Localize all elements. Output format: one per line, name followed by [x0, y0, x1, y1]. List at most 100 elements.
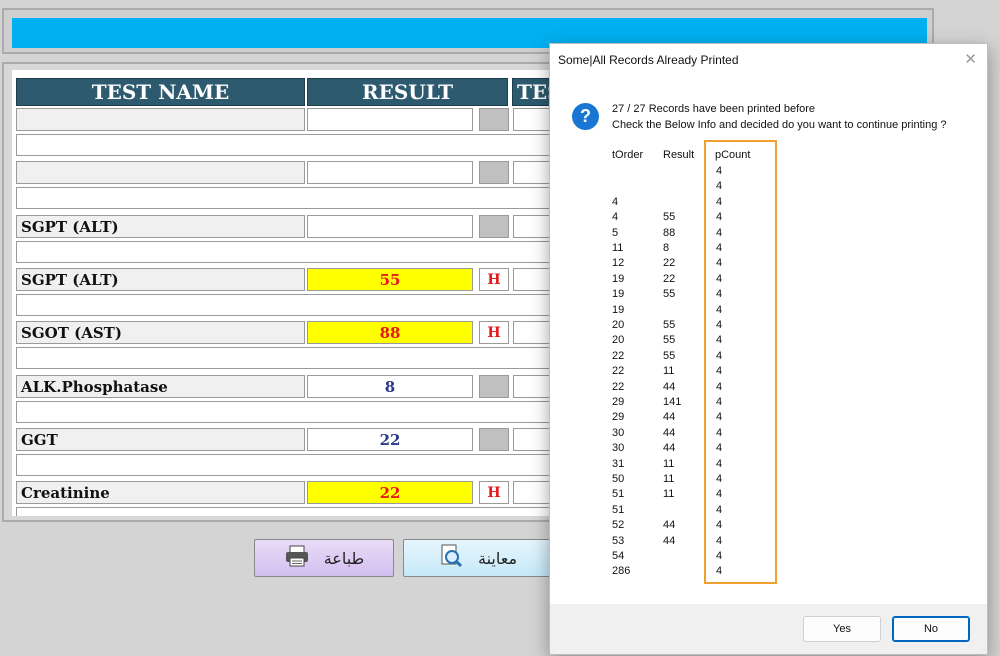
flag-cell: H [479, 481, 509, 504]
magnifier-document-icon [438, 543, 464, 573]
comment-field[interactable] [16, 454, 550, 476]
header-test-name: TEST NAME [16, 78, 305, 106]
result-value-cell: 55 [663, 319, 676, 331]
torder-cell: 19 [612, 304, 625, 316]
torder-cell: 29 [612, 411, 625, 423]
result-value-cell: 55 [663, 350, 676, 362]
test-name-cell: ALK.Phosphatase [16, 375, 305, 398]
range-field[interactable] [513, 375, 550, 398]
torder-cell: 51 [612, 488, 625, 500]
range-field[interactable] [513, 321, 550, 344]
pcount-highlight [704, 140, 777, 584]
range-field[interactable] [513, 428, 550, 451]
printer-icon [284, 544, 310, 572]
test-name-cell: Creatinine [16, 481, 305, 504]
flag-cell: H [479, 268, 509, 291]
result-value-cell: 44 [663, 519, 676, 531]
result-value-cell: 11 [663, 488, 675, 500]
torder-cell: 51 [612, 504, 625, 516]
result-value-cell: 44 [663, 381, 676, 393]
result-value-cell: 55 [663, 211, 676, 223]
test-name-cell: GGT [16, 428, 305, 451]
comment-field[interactable] [16, 401, 550, 423]
flag-cell [479, 161, 509, 184]
results-table: TEST NAME RESULT TES SGPT (ALT) SGPT (ALT… [12, 70, 550, 516]
torder-cell: 19 [612, 273, 625, 285]
torder-cell: 30 [612, 427, 625, 439]
yes-button[interactable]: Yes [803, 616, 881, 642]
torder-cell: 4 [612, 211, 619, 223]
range-field[interactable] [513, 268, 550, 291]
result-field[interactable]: 22 [307, 428, 473, 451]
print-button[interactable]: طباعة [254, 539, 394, 577]
comment-field[interactable] [16, 187, 550, 209]
comment-field[interactable] [16, 507, 550, 516]
test-name-cell: SGPT (ALT) [16, 215, 305, 238]
header-result: RESULT [307, 78, 508, 106]
torder-cell: 20 [612, 334, 625, 346]
flag-cell [479, 428, 509, 451]
torder-cell: 11 [612, 242, 624, 254]
result-value-cell: 11 [663, 473, 675, 485]
comment-field[interactable] [16, 241, 550, 263]
range-field[interactable] [513, 215, 550, 238]
dialog-title: Some|All Records Already Printed [558, 53, 739, 67]
close-icon[interactable]: ✕ [964, 50, 977, 68]
result-value-cell: 44 [663, 535, 676, 547]
result-value-cell: 11 [663, 365, 675, 377]
result-field[interactable] [307, 161, 473, 184]
result-field[interactable]: 8 [307, 375, 473, 398]
torder-cell: 54 [612, 550, 625, 562]
torder-cell: 30 [612, 442, 625, 454]
print-label: طباعة [323, 548, 365, 568]
result-value-cell: 22 [663, 273, 676, 285]
torder-cell: 20 [612, 319, 625, 331]
torder-cell: 31 [612, 458, 625, 470]
torder-cell: 22 [612, 381, 625, 393]
result-value-cell: 88 [663, 227, 676, 239]
result-value-cell: 44 [663, 411, 676, 423]
result-field[interactable]: 88 [307, 321, 473, 344]
torder-cell: 19 [612, 288, 625, 300]
dialog-message-line1: 27 / 27 Records have been printed before [612, 103, 816, 115]
comment-field[interactable] [16, 347, 550, 369]
torder-cell: 12 [612, 257, 625, 269]
result-value-cell: 55 [663, 288, 676, 300]
result-field[interactable] [307, 215, 473, 238]
torder-cell: 5 [612, 227, 619, 239]
flag-cell [479, 108, 509, 131]
result-field[interactable]: 55 [307, 268, 473, 291]
result-value-cell: 44 [663, 442, 676, 454]
test-name-cell: SGOT (AST) [16, 321, 305, 344]
no-button[interactable]: No [892, 616, 970, 642]
torder-cell: 53 [612, 535, 625, 547]
result-value-cell: 55 [663, 334, 676, 346]
range-field[interactable] [513, 108, 550, 131]
torder-cell: 286 [612, 565, 631, 577]
range-field[interactable] [513, 161, 550, 184]
result-value-cell: 22 [663, 257, 676, 269]
preview-button[interactable]: معاينة [403, 539, 551, 577]
flag-cell: H [479, 321, 509, 344]
result-value-cell: 11 [663, 458, 675, 470]
test-name-cell: SGPT (ALT) [16, 268, 305, 291]
comment-field[interactable] [16, 294, 550, 316]
torder-cell: 22 [612, 365, 625, 377]
flag-cell [479, 215, 509, 238]
test-name-cell [16, 108, 305, 131]
torder-cell: 4 [612, 196, 619, 208]
result-value-cell: 8 [663, 242, 670, 254]
dialog-message-line2: Check the Below Info and decided do you … [612, 119, 947, 131]
torder-cell: 22 [612, 350, 625, 362]
result-field[interactable]: 22 [307, 481, 473, 504]
column-header-torder: tOrder [612, 149, 644, 161]
result-field[interactable] [307, 108, 473, 131]
comment-field[interactable] [16, 134, 550, 156]
header-test-cut: TES [512, 78, 550, 106]
result-value-cell: 141 [663, 396, 682, 408]
preview-label: معاينة [477, 548, 518, 568]
question-icon: ? [572, 103, 599, 130]
column-header-result: Result [663, 149, 695, 161]
flag-cell [479, 375, 509, 398]
range-field[interactable] [513, 481, 550, 504]
